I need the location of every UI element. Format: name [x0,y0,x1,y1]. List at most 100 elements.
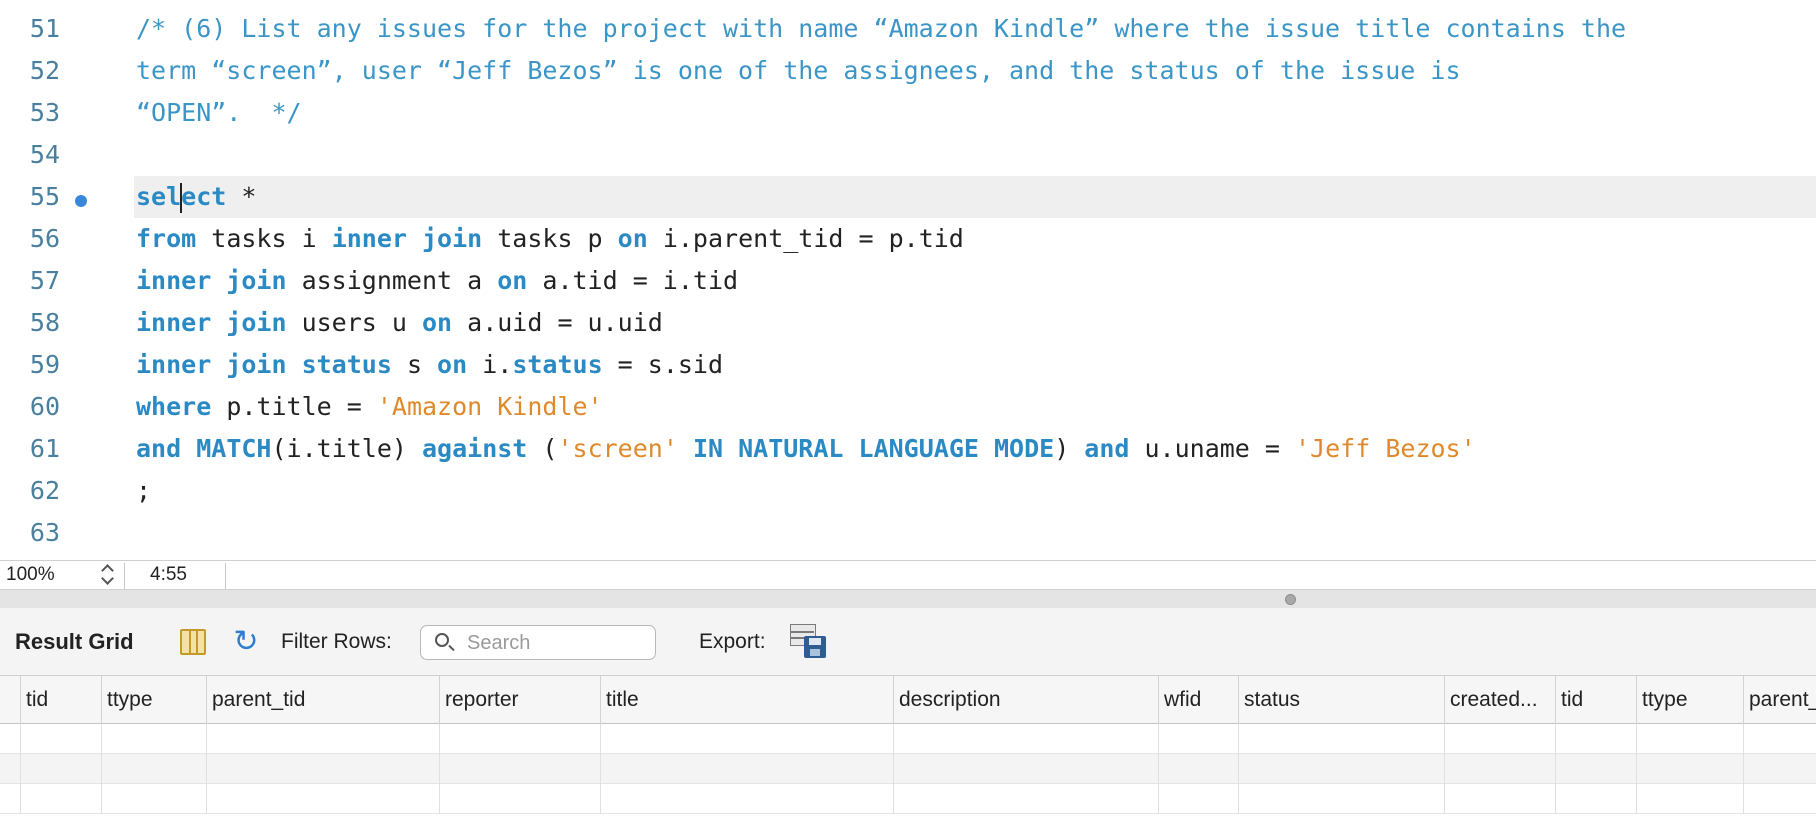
code-text[interactable]: “OPEN”. */ [136,92,302,134]
sql-token: ( [527,434,558,463]
sql-string: 'screen' [557,434,678,463]
code-line[interactable]: 57 inner join assignment a on a.tid = i.t… [0,260,1816,302]
export-icon[interactable] [790,624,828,660]
cell-divider [1158,724,1159,754]
column-header[interactable]: tid [20,676,101,724]
line-number: 58 [29,308,60,337]
column-header[interactable]: status [1238,676,1444,724]
cell-divider [101,724,102,754]
sql-string: 'Jeff Bezos' [1295,434,1476,463]
code-text[interactable]: select * [136,176,256,218]
table-row[interactable] [0,784,1816,814]
cell-divider [439,754,440,784]
line-number: 60 [29,392,60,421]
sql-keyword: inner join [136,350,287,379]
cell-divider [1238,754,1239,784]
cell-divider [439,724,440,754]
cell-divider [600,754,601,784]
zoom-level: 100% [6,564,55,585]
table-row[interactable] [0,724,1816,754]
result-grid-title: Result Grid [15,629,134,654]
code-text[interactable]: and MATCH(i.title) against ('screen' IN … [136,428,1476,470]
code-line[interactable]: 60 where p.title = 'Amazon Kindle' [0,386,1816,428]
cell-divider [893,784,894,814]
code-line[interactable]: 63 [0,512,1816,554]
cell-divider [1158,754,1159,784]
filter-search-box[interactable] [420,625,656,660]
code-line[interactable]: 53 “OPEN”. */ [0,92,1816,134]
code-text[interactable]: ; [136,470,151,512]
code-line[interactable]: 62; [0,470,1816,512]
column-header[interactable]: title [600,676,893,724]
cell-divider [1636,754,1637,784]
sql-keyword: status [512,350,603,379]
sql-keyword: ect [181,182,227,211]
save-disk-icon [804,636,826,658]
sql-keyword: inner join [136,266,287,295]
splitter-handle[interactable] [1285,594,1296,605]
cell-divider [1743,784,1744,814]
code-text[interactable]: from tasks i inner join tasks p on i.par… [136,218,964,260]
table-row[interactable] [0,754,1816,784]
code-line[interactable]: 61 and MATCH(i.title) against ('screen' I… [0,428,1816,470]
column-header[interactable]: parent_tid [206,676,439,724]
search-icon [435,633,449,647]
zoom-stepper-icon[interactable] [98,564,118,586]
cell-divider [893,724,894,754]
line-number: 55 [29,182,60,211]
grid-icon[interactable] [180,629,206,655]
code-text[interactable]: inner join status s on i.status = s.sid [136,344,723,386]
line-number: 56 [29,224,60,253]
result-grid-body[interactable] [0,724,1816,826]
cell-divider [206,754,207,784]
column-header[interactable]: parent_ [1743,676,1816,724]
sql-token: p.title = [211,392,377,421]
sql-keyword: on [437,350,468,379]
cell-divider [206,724,207,754]
line-number: 62 [29,476,60,505]
column-header[interactable]: created... [1444,676,1555,724]
column-header[interactable]: wfid [1158,676,1238,724]
code-line[interactable]: 59 inner join status s on i.status = s.si… [0,344,1816,386]
sql-comment: /* (6) List any issues for the project w… [136,14,1627,43]
code-line[interactable]: 55 select * [0,176,1816,218]
export-label: Export: [699,630,766,653]
code-line[interactable]: 58 inner join users u on a.uid = u.uid [0,302,1816,344]
code-line[interactable]: 56 from tasks i inner join tasks p on i.p… [0,218,1816,260]
sql-token: * [226,182,257,211]
sql-keyword: sel [136,182,182,211]
column-header[interactable]: description [893,676,1158,724]
code-text[interactable]: /* (6) List any issues for the project w… [136,8,1626,50]
code-line[interactable]: 51 /* (6) List any issues for the project… [0,8,1816,50]
cell-divider [20,724,21,754]
code-line[interactable]: 52 term “screen”, user “Jeff Bezos” is on… [0,50,1816,92]
sql-token: ; [136,476,152,505]
cell-divider [101,754,102,784]
code-text[interactable]: term “screen”, user “Jeff Bezos” is one … [136,50,1461,92]
column-header[interactable]: reporter [439,676,600,724]
sql-token: tasks p [482,224,618,253]
code-text[interactable]: where p.title = 'Amazon Kindle' [136,386,603,428]
column-header[interactable]: ttype [1636,676,1743,724]
sql-token: a.uid = u.uid [452,308,663,337]
code-text[interactable]: inner join users u on a.uid = u.uid [136,302,663,344]
panel-splitter[interactable] [0,590,1816,608]
refresh-icon[interactable]: ↻ [231,627,261,657]
line-number: 52 [29,56,60,85]
column-header[interactable]: ttype [101,676,206,724]
cell-divider [20,784,21,814]
code-line[interactable]: 54 [0,134,1816,176]
status-separator [225,563,226,589]
breakpoint-dot[interactable] [75,195,87,207]
status-separator [124,563,125,589]
sql-token: users u [286,308,422,337]
code-text[interactable]: inner join assignment a on a.tid = i.tid [136,260,738,302]
sql-keyword: status [301,350,392,379]
line-number: 63 [29,518,60,547]
sql-editor[interactable]: 51 /* (6) List any issues for the project… [0,0,1816,560]
column-header[interactable]: tid [1555,676,1636,724]
sql-comment: “OPEN”. */ [136,98,302,127]
sql-keyword: on [617,224,648,253]
filter-search-input[interactable] [465,630,649,657]
